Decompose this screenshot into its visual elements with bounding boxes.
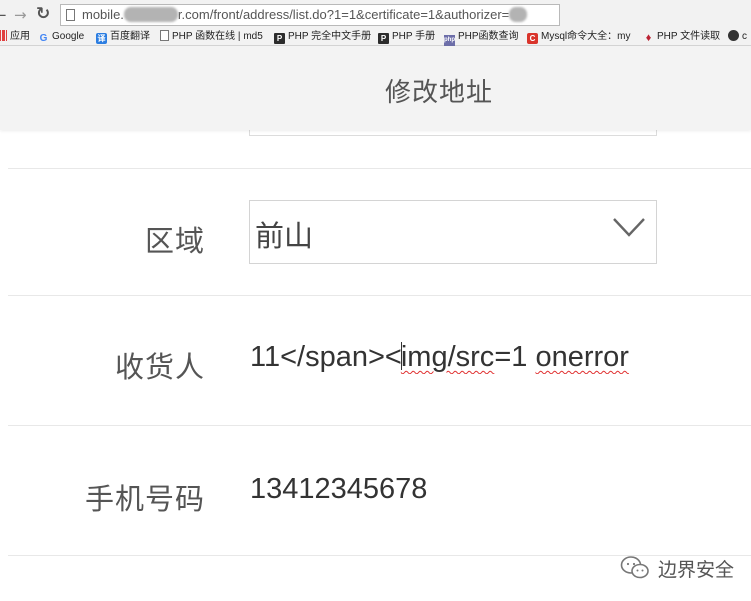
page-icon [160, 30, 169, 41]
apps-icon [0, 30, 7, 41]
browser-toolbar: ← → ↻ mobile. r.com/front/address/list.do… [0, 0, 751, 30]
feather-icon: ♦ [645, 32, 652, 44]
phone-label: 手机号码 [84, 482, 205, 516]
region-select[interactable]: 前山 [249, 200, 657, 264]
address-bar[interactable]: mobile. r.com/front/address/list.do?1=1&c… [60, 4, 560, 26]
forward-arrow-icon[interactable]: → [14, 5, 27, 25]
bookmark-apps[interactable]: 应用 [0, 30, 30, 44]
translate-icon: 译 [96, 33, 107, 44]
back-arrow-icon[interactable]: ← [0, 5, 7, 25]
region-label: 区域 [144, 224, 205, 258]
receiver-label: 收货人 [114, 350, 205, 384]
divider [8, 425, 751, 426]
page-header: 修改地址 [0, 46, 751, 130]
phone-input[interactable]: 13412345678 [250, 473, 427, 506]
phpnet-icon: php [444, 35, 455, 46]
bookmark-php-functions[interactable]: php PHP函数查询 [444, 30, 519, 46]
bookmark-baidu-translate[interactable]: 译百度翻译 [96, 30, 150, 44]
bookmark-php-file-read[interactable]: ♦ PHP 文件读取 [643, 30, 720, 44]
redacted-blur [509, 7, 528, 22]
page-icon [66, 9, 75, 21]
google-icon: G [39, 33, 48, 44]
reload-icon[interactable]: ↻ [36, 4, 50, 24]
php-icon: P [274, 33, 285, 44]
wechat-icon [620, 556, 649, 579]
bookmark-google[interactable]: G Google [38, 30, 85, 44]
redacted-blur [123, 7, 178, 22]
watermark: 边界安全 [620, 553, 734, 583]
receiver-input[interactable]: 11</span><img/src=1 onerror [250, 341, 656, 374]
region-select-value: 前山 [255, 219, 314, 253]
chevron-down-icon [613, 218, 645, 237]
watermark-text: 边界安全 [658, 558, 735, 581]
c-icon: C [527, 33, 538, 44]
divider [8, 295, 751, 296]
bookmark-php-manual-cn[interactable]: P PHP 完全中文手册 [274, 30, 371, 44]
page-title: 修改地址 [384, 78, 493, 108]
divider [8, 168, 751, 169]
bookmarks-bar: 应用 G Google 译百度翻译 PHP 函数在线 | md5 P PHP 完全中… [0, 30, 751, 46]
php-icon: P [378, 33, 389, 44]
bookmark-chrome[interactable]: c [728, 30, 747, 44]
chrome-icon [728, 30, 739, 41]
url-text: mobile. r.com/front/address/list.do?1=1&c… [82, 7, 528, 22]
bookmark-php-md5[interactable]: PHP 函数在线 | md5 [160, 30, 263, 44]
bookmark-php-manual[interactable]: P PHP 手册 [378, 30, 435, 44]
bookmark-mysql[interactable]: C Mysql命令大全：my [527, 30, 630, 44]
